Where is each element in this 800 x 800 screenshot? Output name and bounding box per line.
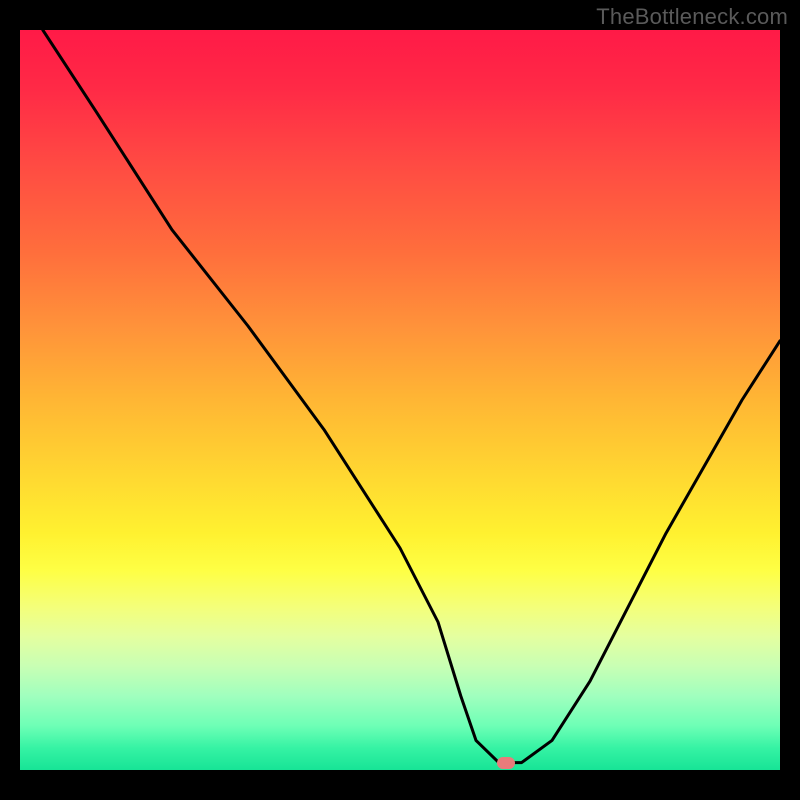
curve-svg [20,30,780,770]
watermark-text: TheBottleneck.com [596,4,788,30]
chart-frame: TheBottleneck.com [0,0,800,800]
optimal-point-marker [497,757,515,769]
bottleneck-curve-line [43,30,780,763]
plot-area [20,30,780,770]
